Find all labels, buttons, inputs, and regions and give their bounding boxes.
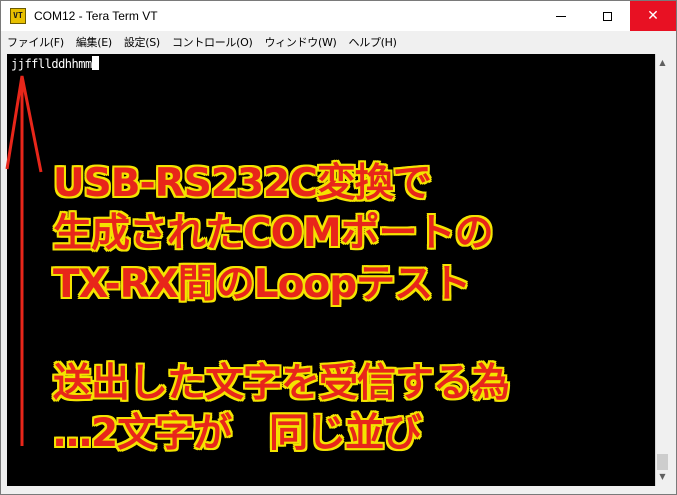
vertical-scrollbar[interactable]: ▲ ▼ [655, 54, 669, 486]
annotation-line-2: 生成されたCOMポートの [53, 211, 494, 256]
menu-bar: ファイル(F) 編集(E) 設定(S) コントロール(O) ウィンドウ(W) ヘ… [1, 31, 676, 52]
title-bar[interactable]: VT COM12 - Tera Term VT ✕ [1, 1, 676, 31]
scroll-down-icon[interactable]: ▼ [656, 470, 669, 484]
annotation-line-5: …2文字が 同じ並び [53, 411, 422, 456]
menu-control[interactable]: コントロール(O) [166, 34, 259, 50]
teraterm-window: VT COM12 - Tera Term VT ✕ ファイル(F) 編集(E) … [0, 0, 677, 495]
annotation-arrow-icon [5, 75, 43, 446]
annotation-line-4: 送出した文字を受信する為 [53, 361, 510, 406]
window-controls: ✕ [538, 1, 676, 31]
menu-file[interactable]: ファイル(F) [1, 34, 70, 50]
menu-window[interactable]: ウィンドウ(W) [258, 34, 342, 50]
maximize-icon [602, 11, 612, 21]
window-title: COM12 - Tera Term VT [34, 9, 158, 23]
scroll-thumb[interactable] [657, 454, 668, 470]
minimize-icon [556, 15, 566, 17]
menu-help[interactable]: ヘルプ(H) [343, 34, 403, 50]
scroll-up-icon[interactable]: ▲ [656, 56, 669, 70]
arrow-head [5, 75, 43, 173]
annotation-line-3: TX-RX間のLoopテスト [53, 262, 471, 307]
close-icon: ✕ [647, 8, 659, 24]
annotation-line-1: USB-RS232C変換で [53, 161, 432, 206]
menu-edit[interactable]: 編集(E) [70, 34, 118, 50]
maximize-button[interactable] [584, 1, 630, 31]
text-cursor [91, 56, 99, 70]
minimize-button[interactable] [538, 1, 584, 31]
close-button[interactable]: ✕ [630, 1, 676, 31]
app-icon[interactable]: VT [10, 8, 26, 24]
menu-setup[interactable]: 設定(S) [118, 34, 166, 50]
